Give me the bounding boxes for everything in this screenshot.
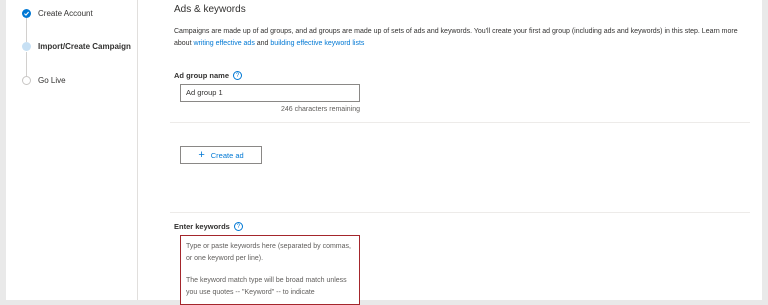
description-text: and	[254, 40, 271, 47]
step-label: Import/Create Campaign	[38, 42, 131, 51]
divider	[170, 122, 750, 123]
ad-group-name-input[interactable]: Ad group 1	[180, 84, 360, 102]
keywords-textarea[interactable]: Type or paste keywords here (separated b…	[180, 235, 360, 305]
step-label: Create Account	[38, 9, 93, 18]
step-import-create-campaign[interactable]: Import/Create Campaign	[22, 42, 131, 51]
create-ad-button[interactable]: + Create ad	[180, 146, 262, 164]
divider	[170, 212, 750, 213]
check-icon	[22, 9, 31, 18]
step-connector	[26, 18, 27, 42]
keywords-placeholder: The keyword match type will be broad mat…	[186, 277, 347, 296]
step-create-account[interactable]: Create Account	[22, 9, 93, 18]
step-label: Go Live	[38, 76, 66, 85]
section-title: Ads & keywords	[174, 4, 246, 15]
help-icon[interactable]: ?	[233, 71, 243, 80]
help-icon[interactable]: ?	[233, 222, 243, 231]
current-step-dot-icon	[22, 42, 31, 51]
building-keyword-lists-link[interactable]: building effective keyword lists	[270, 40, 364, 47]
keywords-placeholder: Type or paste keywords here (separated b…	[186, 243, 351, 262]
main-content: Ads & keywords Campaigns are made up of …	[170, 0, 754, 305]
step-go-live[interactable]: Go Live	[22, 76, 66, 85]
step-connector	[26, 52, 27, 76]
writing-effective-ads-link[interactable]: writing effective ads	[193, 40, 254, 47]
create-ad-label: Create ad	[210, 150, 244, 160]
wizard-sidebar: Create Account Import/Create Campaign Go…	[6, 0, 138, 300]
section-description: Campaigns are made up of ad groups, and …	[174, 26, 740, 50]
enter-keywords-label: Enter keywords ?	[174, 222, 243, 231]
ad-group-name-label: Ad group name ?	[174, 71, 243, 80]
field-label-text: Ad group name	[174, 71, 230, 80]
plus-icon: +	[198, 149, 205, 161]
field-label-text: Enter keywords	[174, 222, 230, 231]
characters-remaining: 246 characters remaining	[281, 106, 360, 113]
pending-step-dot-icon	[22, 76, 31, 85]
app-frame: Create Account Import/Create Campaign Go…	[6, 0, 762, 305]
